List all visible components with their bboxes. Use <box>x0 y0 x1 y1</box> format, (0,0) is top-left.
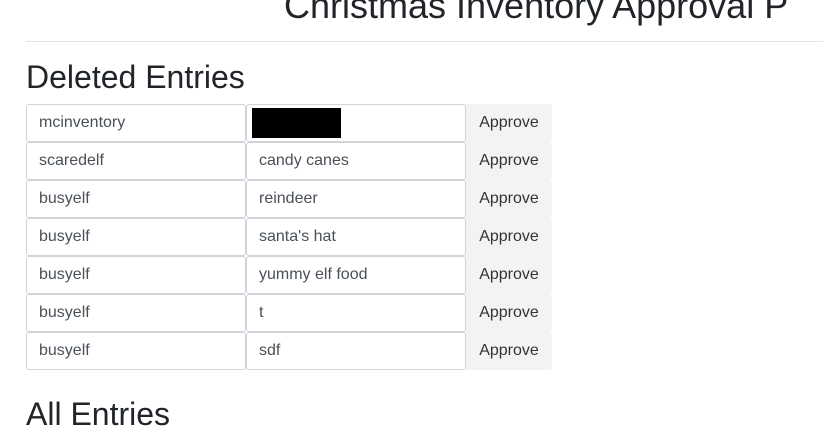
entry-row: busyelf yummy elf food Approve <box>26 256 552 294</box>
entry-user-field[interactable]: busyelf <box>26 332 246 370</box>
approve-button[interactable]: Approve <box>466 104 552 142</box>
deleted-entries-list: mcinventory Approve scaredelf candy cane… <box>26 104 552 370</box>
entry-row: busyelf sdf Approve <box>26 332 552 370</box>
entry-item-field[interactable] <box>246 104 466 142</box>
approve-button[interactable]: Approve <box>466 142 552 180</box>
entry-item-field[interactable]: yummy elf food <box>246 256 466 294</box>
entry-row: busyelf t Approve <box>26 294 552 332</box>
deleted-entries-heading: Deleted Entries <box>26 59 245 95</box>
entry-user-field[interactable]: busyelf <box>26 256 246 294</box>
page-title: Christmas Inventory Approval P <box>284 0 789 26</box>
entry-item-field[interactable]: reindeer <box>246 180 466 218</box>
entry-row: busyelf reindeer Approve <box>26 180 552 218</box>
entry-row: busyelf santa's hat Approve <box>26 218 552 256</box>
approve-button[interactable]: Approve <box>466 218 552 256</box>
entry-user-field[interactable]: busyelf <box>26 218 246 256</box>
entry-row: mcinventory Approve <box>26 104 552 142</box>
entry-user-field[interactable]: busyelf <box>26 294 246 332</box>
entry-item-field[interactable]: t <box>246 294 466 332</box>
entry-item-field[interactable]: santa's hat <box>246 218 466 256</box>
redaction-box <box>252 108 341 138</box>
approve-button[interactable]: Approve <box>466 294 552 332</box>
approve-button[interactable]: Approve <box>466 180 552 218</box>
entry-user-field[interactable]: scaredelf <box>26 142 246 180</box>
entry-item-field[interactable]: candy canes <box>246 142 466 180</box>
divider <box>26 41 823 42</box>
entry-row: scaredelf candy canes Approve <box>26 142 552 180</box>
all-entries-heading: All Entries <box>26 396 171 432</box>
entry-user-field[interactable]: busyelf <box>26 180 246 218</box>
approve-button[interactable]: Approve <box>466 256 552 294</box>
approve-button[interactable]: Approve <box>466 332 552 370</box>
entry-user-field[interactable]: mcinventory <box>26 104 246 142</box>
entry-item-field[interactable]: sdf <box>246 332 466 370</box>
